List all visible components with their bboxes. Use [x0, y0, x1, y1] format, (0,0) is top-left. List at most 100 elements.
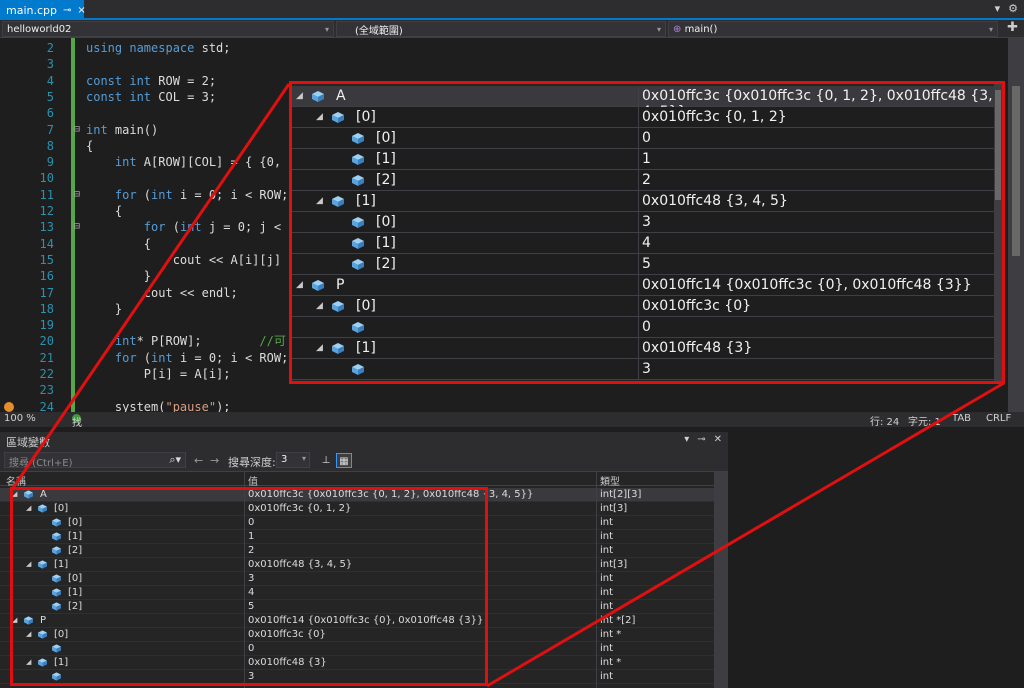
- split-icon[interactable]: ✚: [1007, 21, 1018, 35]
- fold-toggle-icon[interactable]: ⊟: [74, 122, 80, 138]
- column-divider: [638, 233, 639, 254]
- var-type: int: [600, 517, 614, 528]
- column-divider[interactable]: [596, 472, 597, 688]
- chevron-down-icon: ▾: [301, 454, 306, 463]
- expand-triangle-icon: ◢: [316, 301, 323, 311]
- code-token: system(: [86, 399, 166, 412]
- var-type: int *[2]: [600, 615, 636, 626]
- locals-title: 區域變數: [6, 436, 50, 449]
- code-token: COL = 3;: [158, 89, 217, 104]
- pin-icon[interactable]: ⊸: [697, 434, 705, 445]
- column-divider: [638, 170, 639, 191]
- callout-scrollbar: [994, 84, 1002, 381]
- line-source: int main(): [86, 122, 158, 138]
- var-type: int *: [600, 629, 622, 640]
- callout-row: [1] 4: [292, 233, 1002, 254]
- line-number: 16: [39, 269, 54, 284]
- var-type: int[3]: [600, 559, 628, 570]
- function-dropdown[interactable]: ⊕ main() ▾: [668, 21, 998, 37]
- close-icon[interactable]: ✕: [714, 434, 722, 445]
- code-token: {: [86, 236, 152, 251]
- line-source: int* P[ROW]; //可: [86, 333, 286, 349]
- column-divider: [638, 275, 639, 296]
- code-token: P[i] = A[i];: [86, 367, 231, 381]
- locals-header: 名稱 值 類型: [0, 472, 714, 488]
- code-token: {: [86, 138, 94, 153]
- variable-icon: [352, 364, 364, 375]
- var-type: int: [600, 531, 614, 542]
- variable-icon: [332, 196, 344, 207]
- code-token: using namespace: [86, 41, 202, 55]
- editor-status-row: 100 % 找不到任何問題 行: 24 字元: 1 TAB CRLF: [0, 412, 1024, 519]
- expand-triangle-icon: ◢: [296, 91, 303, 101]
- line-number: 18: [39, 301, 54, 316]
- col-value[interactable]: 值: [248, 473, 258, 488]
- depth-select[interactable]: 3 ▾: [276, 452, 310, 468]
- code-token: "pause": [165, 399, 217, 412]
- variable-icon: [352, 238, 364, 249]
- col-type[interactable]: 類型: [600, 473, 620, 488]
- tab-main-cpp[interactable]: main.cpp ⊸ ×: [0, 0, 86, 20]
- code-line[interactable]: 2 using namespace std;: [0, 40, 1024, 56]
- editor-scrollbar[interactable]: [1008, 38, 1024, 412]
- callout-row: ◢ [0] 0x010ffc3c {0}: [292, 296, 1002, 317]
- var-type: int: [600, 643, 614, 654]
- chevron-down-icon[interactable]: ▾: [684, 434, 689, 445]
- line-source: for (int i = 0; i < ROW;: [86, 187, 288, 203]
- zoom-level[interactable]: 100 %: [4, 413, 36, 424]
- fold-toggle-icon[interactable]: ⊟: [74, 187, 80, 203]
- code-token: for: [86, 187, 144, 202]
- var-name: [1]: [356, 193, 376, 209]
- tab-dropdown-icon[interactable]: ▾: [995, 2, 1001, 15]
- back-arrow-icon[interactable]: ←: [194, 454, 203, 467]
- function-label: ⊕ main(): [673, 24, 717, 35]
- close-icon[interactable]: ×: [77, 5, 85, 16]
- breakpoint-icon[interactable]: [4, 402, 14, 412]
- column-divider: [638, 128, 639, 149]
- pin-columns-icon[interactable]: ⊥: [318, 453, 334, 468]
- var-value: 0: [642, 319, 651, 335]
- line-source: }: [86, 301, 122, 317]
- fold-toggle-icon[interactable]: ⊟: [74, 219, 80, 235]
- code-line[interactable]: 24 system("pause");: [0, 399, 1024, 412]
- line-number: 13: [39, 220, 54, 235]
- code-line[interactable]: 3: [0, 56, 1024, 72]
- navigation-bar: helloworld02 ▾ (全域範圍) ▾ ⊕ main() ▾ ✚: [0, 20, 1024, 38]
- editor-scroll-thumb[interactable]: [1012, 86, 1020, 256]
- hex-display-icon[interactable]: ▦: [336, 453, 352, 468]
- expand-triangle-icon: ◢: [316, 112, 323, 122]
- settings-icon[interactable]: ⚙: [1008, 2, 1018, 15]
- callout-scroll-thumb: [995, 90, 1001, 200]
- code-token: for: [86, 220, 173, 235]
- pin-icon[interactable]: ⊸: [63, 5, 71, 16]
- column-divider: [638, 359, 639, 380]
- line-number: 8: [46, 138, 54, 153]
- method-icon: ⊕: [673, 23, 685, 35]
- search-icon[interactable]: ⌕▾: [169, 453, 181, 467]
- col-name[interactable]: 名稱: [6, 473, 26, 488]
- var-type: int: [600, 545, 614, 556]
- scope-dropdown[interactable]: (全域範圍) ▾: [336, 21, 666, 37]
- line-source: }: [86, 268, 151, 284]
- code-token: for: [86, 350, 144, 365]
- var-value: 1: [642, 151, 651, 167]
- forward-arrow-icon[interactable]: →: [210, 454, 219, 467]
- variable-icon: [332, 343, 344, 354]
- expand-triangle-icon: ◢: [316, 343, 323, 353]
- callout-row: ◢ [0] 0x010ffc3c {0, 1, 2}: [292, 107, 1002, 128]
- line-source: const int ROW = 2;: [86, 73, 216, 89]
- locals-scrollbar[interactable]: [714, 472, 728, 688]
- line-source: P[i] = A[i];: [86, 366, 231, 382]
- project-dropdown[interactable]: helloworld02 ▾: [2, 21, 334, 37]
- line-number: 20: [39, 334, 54, 349]
- line-number: 11: [39, 187, 54, 202]
- code-token: int: [151, 350, 180, 365]
- code-token: (: [143, 350, 152, 365]
- column-divider: [638, 338, 639, 359]
- line-source: for (int j = 0; j <: [86, 219, 281, 235]
- code-token: int: [151, 187, 180, 202]
- search-input[interactable]: 搜尋 (Ctrl+E) ⌕▾: [4, 452, 186, 469]
- var-name: P: [336, 277, 345, 293]
- code-line[interactable]: 23: [0, 382, 1024, 398]
- var-value: 2: [642, 172, 651, 188]
